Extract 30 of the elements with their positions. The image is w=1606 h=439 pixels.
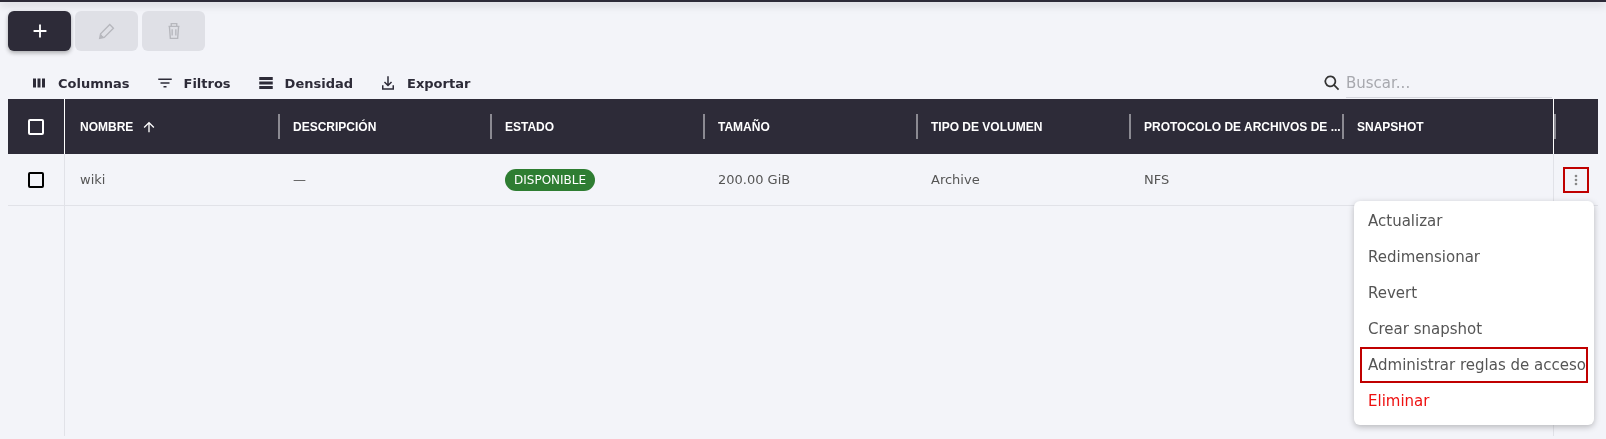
status-badge: DISPONIBLE xyxy=(505,168,596,191)
search-field[interactable]: Buscar... xyxy=(1346,68,1552,98)
menu-item[interactable]: Revert xyxy=(1360,275,1588,311)
menu-item[interactable]: Crear snapshot xyxy=(1360,311,1588,347)
column-header[interactable]: TIPO DE VOLUMEN xyxy=(916,119,1043,134)
density-button[interactable]: Densidad xyxy=(256,74,354,92)
columns-button[interactable]: Columnas xyxy=(30,74,130,92)
search-icon xyxy=(1322,73,1342,93)
column-header[interactable]: NOMBRE xyxy=(65,118,158,135)
filters-button[interactable]: Filtros xyxy=(155,74,231,92)
density-icon xyxy=(256,74,275,92)
menu-item[interactable]: Actualizar xyxy=(1360,203,1588,239)
select-all-checkbox[interactable] xyxy=(28,118,44,135)
table-cell: 200.00 GiB xyxy=(703,154,916,206)
more-options-button[interactable] xyxy=(1563,166,1589,193)
column-header[interactable]: ESTADO xyxy=(490,119,555,134)
export-button[interactable]: Exportar xyxy=(379,74,471,92)
column-header[interactable]: DESCRIPCIÓN xyxy=(278,119,377,134)
table-cell: NFS xyxy=(1129,154,1342,206)
table-cell: wiki xyxy=(65,154,278,206)
column-header[interactable]: TAMAÑO xyxy=(703,119,770,134)
menu-item[interactable]: Eliminar xyxy=(1360,383,1588,419)
column-header[interactable]: PROTOCOLO DE ARCHIVOS DE ... xyxy=(1129,119,1341,134)
table-cell: — xyxy=(278,154,490,206)
menu-item[interactable]: Administrar reglas de acceso xyxy=(1360,347,1588,383)
menu-item[interactable]: Redimensionar xyxy=(1360,239,1588,275)
column-header[interactable]: SNAPSHOT xyxy=(1342,119,1424,134)
add-button[interactable] xyxy=(8,11,71,51)
table-cell: Archive xyxy=(916,154,1129,206)
row-checkbox[interactable] xyxy=(28,171,44,188)
